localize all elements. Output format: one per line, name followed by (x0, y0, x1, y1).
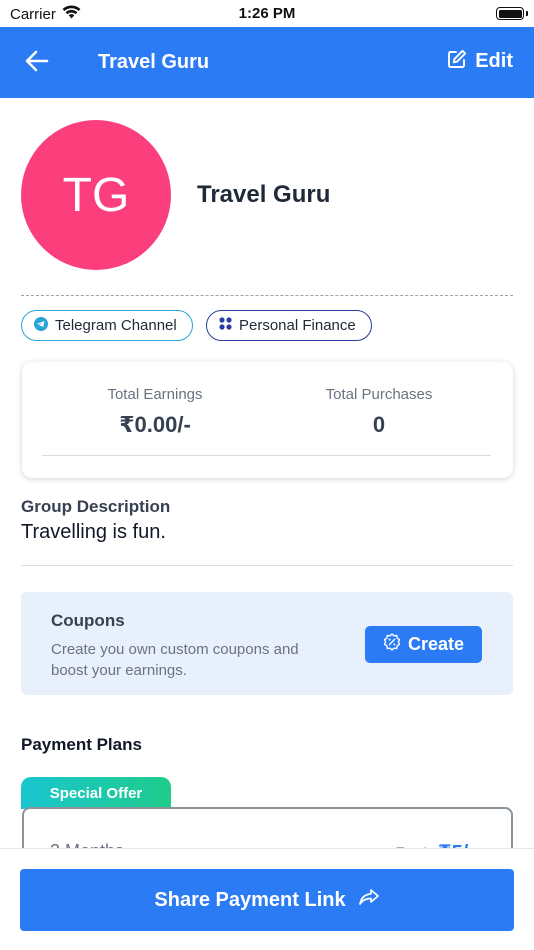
status-time: 1:26 PM (238, 5, 296, 22)
coupons-title: Coupons (51, 611, 125, 630)
total-earnings-label: Total Earnings (107, 386, 203, 403)
app-header: Travel Guru Edit (0, 27, 534, 98)
create-coupon-label: Create (407, 634, 465, 654)
total-earnings-value: ₹0.00/- (119, 412, 191, 437)
bottom-bar: Share Payment Link (0, 848, 534, 950)
tag-label: Personal Finance (239, 317, 356, 334)
total-purchases-value: 0 (372, 412, 386, 437)
profile-divider (21, 295, 513, 296)
tag-list: Telegram Channel Personal Finance (21, 310, 372, 341)
status-bar: Carrier 1:26 PM (0, 0, 534, 27)
profile-name: Travel Guru (197, 181, 331, 208)
header-title: Travel Guru (98, 51, 210, 73)
stats-divider (42, 455, 491, 456)
create-coupon-button[interactable]: Create (365, 626, 482, 663)
total-purchases-label: Total Purchases (325, 386, 433, 403)
payment-plans-title: Payment Plans (21, 735, 142, 754)
grid-dots-icon (219, 317, 232, 334)
total-purchases: Total Purchases 0 (279, 386, 479, 438)
discount-badge-icon (383, 633, 401, 656)
edit-label: Edit (475, 50, 513, 72)
edit-button[interactable]: Edit (447, 49, 513, 74)
description-text: Travelling is fun. (21, 521, 166, 543)
coupons-description: Create you own custom coupons and boost … (51, 641, 299, 679)
avatar: TG (21, 120, 171, 270)
battery-cap (526, 11, 528, 16)
tag-label: Telegram Channel (55, 317, 177, 334)
total-earnings: Total Earnings ₹0.00/- (55, 386, 255, 438)
coupons-section: Coupons Create you own custom coupons an… (21, 592, 513, 695)
description-title: Group Description (21, 497, 171, 516)
share-arrow-icon (358, 888, 380, 912)
back-button[interactable] (22, 49, 52, 77)
tag-telegram-channel[interactable]: Telegram Channel (21, 310, 193, 341)
special-offer-badge: Special Offer (21, 777, 171, 809)
telegram-icon (34, 316, 48, 335)
tag-personal-finance[interactable]: Personal Finance (206, 310, 372, 341)
battery-icon (496, 7, 524, 20)
edit-square-icon (447, 49, 467, 74)
description-divider (21, 565, 513, 566)
share-payment-link-button[interactable]: Share Payment Link (20, 869, 514, 931)
share-label: Share Payment Link (154, 888, 346, 911)
arrow-left-icon (25, 50, 49, 77)
stats-card: Total Earnings ₹0.00/- Total Purchases 0 (22, 362, 513, 478)
